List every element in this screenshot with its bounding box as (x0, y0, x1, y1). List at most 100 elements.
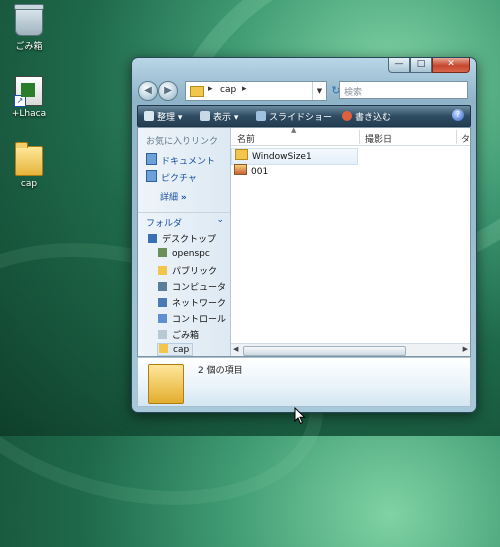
desktop-icon-cap-folder[interactable]: cap (2, 142, 56, 189)
file-name: 001 (251, 167, 269, 177)
folder-icon (15, 142, 43, 176)
forward-button[interactable]: ▶ (158, 81, 178, 101)
slideshow-label: スライドショー (269, 113, 333, 123)
control-panel-icon (158, 314, 167, 323)
tree-label: openspc (172, 249, 210, 259)
tree-item-openspc[interactable]: openspc (158, 248, 210, 259)
favorite-label: ピクチャ (161, 174, 197, 184)
folder-icon (190, 86, 204, 97)
burn-label: 書き込む (355, 113, 392, 123)
tree-item-public[interactable]: パブリック (158, 264, 217, 277)
navigation-pane: お気に入りリンク ドキュメント ピクチャ 詳細 » フォルダ ⌄ デスクトップ … (138, 128, 231, 356)
desktop-icon (148, 234, 157, 243)
command-toolbar: 整理 ▾ 表示 ▾ スライドショー 書き込む ? (137, 105, 471, 127)
recycle-bin-icon (158, 330, 167, 339)
burn-button[interactable]: 書き込む (342, 110, 391, 123)
content-area: お気に入りリンク ドキュメント ピクチャ 詳細 » フォルダ ⌄ デスクトップ … (137, 126, 471, 357)
file-row-windowsize1[interactable]: WindowSize1 (231, 148, 358, 165)
double-chevron-icon: » (180, 193, 187, 203)
tree-label: ネットワーク (172, 299, 227, 309)
explorer-window[interactable]: — □ ✕ ◀ ▶ ▸ cap ▸ ▼ ↻ 検索 整理 ▾ 表示 ▾ スライドシ… (131, 57, 477, 413)
slideshow-icon (256, 111, 266, 121)
views-label: 表示 (213, 113, 232, 123)
desktop-icon-lhaca[interactable]: ↗ +Lhaca (2, 76, 56, 119)
organize-label: 整理 (157, 113, 176, 123)
tree-label: コンピュータ (172, 283, 227, 293)
file-row-001[interactable]: 001 (231, 164, 356, 179)
favorite-link-pictures[interactable]: ピクチャ (146, 170, 197, 184)
folders-title: フォルダ (146, 219, 183, 229)
tree-item-computer[interactable]: コンピュータ (158, 280, 226, 293)
address-bar[interactable]: ▸ cap ▸ ▼ (185, 81, 327, 101)
back-button[interactable]: ◀ (138, 81, 158, 101)
horizontal-scrollbar[interactable]: ◀ ▶ (231, 343, 470, 356)
user-folder-icon (158, 248, 167, 257)
organize-icon (144, 111, 154, 121)
minimize-button[interactable]: — (388, 58, 410, 73)
search-input[interactable]: 検索 (339, 81, 468, 99)
documents-icon (146, 153, 157, 165)
tree-label: パブリック (172, 267, 218, 277)
recycle-bin-icon (14, 4, 44, 36)
shortcut-arrow-icon: ↗ (14, 95, 26, 107)
views-icon (200, 111, 210, 121)
maximize-button[interactable]: □ (410, 58, 432, 73)
column-separator[interactable] (359, 130, 360, 144)
tree-item-cap[interactable]: cap (157, 343, 194, 356)
file-list-pane: ▲ 名前 撮影日 タ WindowSize1 001 ◀ ▶ (231, 126, 470, 356)
tree-item-desktop[interactable]: デスクトップ (148, 232, 216, 245)
details-pane: 2 個の項目 (137, 357, 471, 407)
column-tags[interactable]: タ (461, 132, 470, 145)
tree-item-control-panel[interactable]: コントロール (158, 312, 226, 325)
network-icon (158, 298, 167, 307)
scrollbar-thumb[interactable] (243, 346, 406, 356)
tree-label: コントロール (172, 315, 227, 325)
folders-header[interactable]: フォルダ ⌄ (138, 212, 230, 229)
folder-icon (235, 149, 248, 160)
more-label: 詳細 (160, 193, 179, 203)
more-links[interactable]: 詳細 » (160, 190, 187, 203)
tree-label: デスクトップ (162, 235, 217, 245)
folder-icon (148, 364, 184, 404)
address-dropdown-button[interactable]: ▼ (312, 82, 326, 100)
close-button[interactable]: ✕ (432, 58, 470, 73)
desktop-icon-label: ごみ箱 (15, 42, 43, 52)
views-button[interactable]: 表示 ▾ (200, 110, 238, 123)
column-date-taken[interactable]: 撮影日 (365, 132, 392, 145)
pictures-icon (146, 170, 157, 182)
breadcrumb-chevron-icon[interactable]: ▸ (242, 84, 247, 94)
tree-item-recycle-bin[interactable]: ごみ箱 (158, 328, 199, 341)
favorite-label: ドキュメント (161, 157, 216, 167)
image-file-icon (234, 164, 247, 175)
scroll-left-icon[interactable]: ◀ (233, 345, 238, 353)
forward-arrow-icon: ▶ (164, 85, 172, 96)
tree-item-network[interactable]: ネットワーク (158, 296, 226, 309)
tree-label: ごみ箱 (172, 331, 200, 341)
back-arrow-icon: ◀ (144, 85, 152, 96)
breadcrumb-chevron-icon[interactable]: ▸ (208, 84, 213, 94)
breadcrumb-current[interactable]: cap (220, 85, 236, 95)
column-header: ▲ 名前 撮影日 タ (231, 126, 470, 146)
desktop-icon-label: cap (20, 179, 38, 189)
tree-label: cap (173, 345, 190, 355)
slideshow-button[interactable]: スライドショー (256, 110, 332, 123)
chevron-down-icon: ⌄ (216, 215, 224, 225)
scroll-right-icon[interactable]: ▶ (463, 345, 468, 353)
help-icon[interactable]: ? (452, 109, 464, 121)
column-separator[interactable] (456, 130, 457, 144)
window-controls: — □ ✕ (388, 58, 470, 73)
sort-ascending-icon: ▲ (291, 126, 297, 134)
favorites-title: お気に入りリンク (146, 137, 219, 147)
lhaca-app-icon: ↗ (14, 76, 43, 107)
column-name[interactable]: 名前 (237, 132, 255, 145)
file-name: WindowSize1 (252, 152, 312, 162)
desktop-icon-label: +Lhaca (11, 109, 47, 119)
folder-icon (159, 344, 168, 353)
navigation-bar: ◀ ▶ ▸ cap ▸ ▼ ↻ 検索 (137, 80, 471, 102)
favorite-link-documents[interactable]: ドキュメント (146, 153, 215, 167)
item-count: 2 個の項目 (198, 366, 243, 376)
burn-disc-icon (342, 111, 352, 121)
folder-icon (158, 266, 167, 275)
desktop-icon-recycle-bin[interactable]: ごみ箱 (2, 4, 56, 52)
organize-button[interactable]: 整理 ▾ (144, 110, 182, 123)
